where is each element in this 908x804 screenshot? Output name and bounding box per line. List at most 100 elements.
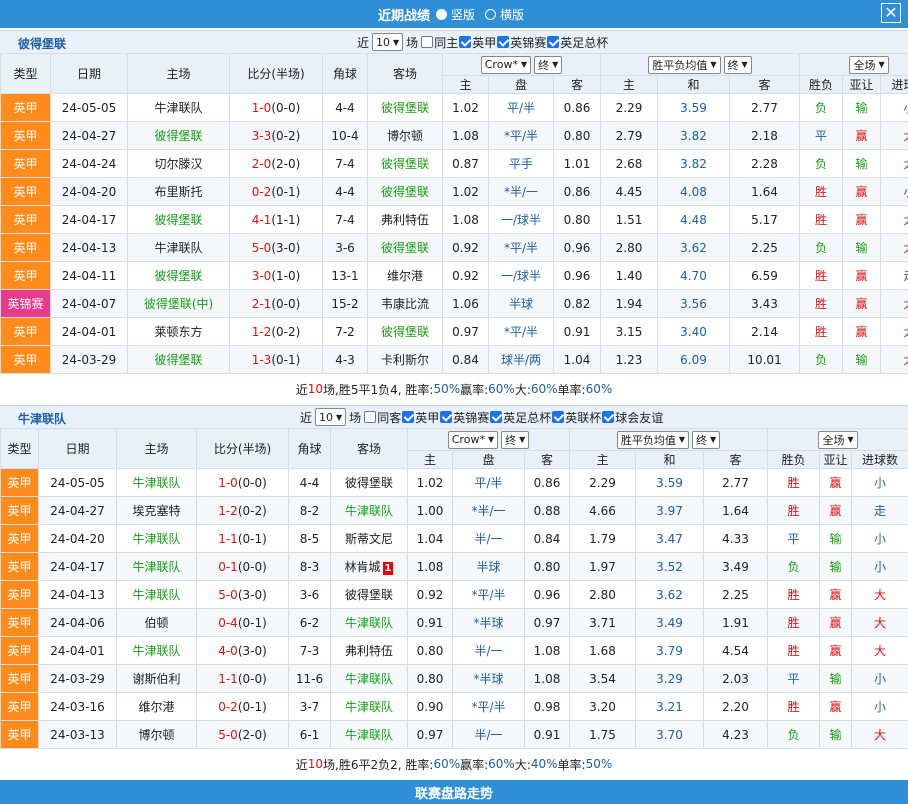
count-select[interactable]: 10 ▼ [372, 33, 404, 51]
filter-checkbox[interactable] [459, 36, 472, 48]
away-team[interactable]: 牛津联队 [330, 664, 408, 693]
home-team[interactable]: 埃克塞特 [116, 496, 197, 525]
filter-checkbox[interactable] [497, 36, 510, 48]
home-team[interactable]: 牛津联队 [116, 636, 197, 665]
home-team[interactable]: 彼得堡联(中) [127, 289, 230, 318]
league-trend-button[interactable]: 联赛盘路走势 [0, 780, 908, 804]
filter-checkbox[interactable] [402, 411, 415, 423]
home-team[interactable]: 莱顿东方 [127, 317, 230, 346]
filter-label[interactable]: 球会友谊 [615, 409, 663, 426]
all-select[interactable]: 全场 ▼ [849, 55, 889, 74]
match-score[interactable]: 1-0(0-0) [229, 93, 323, 122]
match-score[interactable]: 1-0(0-0) [196, 468, 289, 497]
filter-label[interactable]: 英联杯 [565, 409, 601, 426]
away-team[interactable]: 牛津联队 [330, 720, 408, 749]
away-team[interactable]: 彼得堡联 [367, 233, 443, 262]
away-team[interactable]: 博尔顿 [367, 121, 443, 150]
filter-checkbox[interactable] [552, 411, 565, 423]
home-team[interactable]: 彼得堡联 [127, 121, 230, 150]
filter-label[interactable]: 英甲 [415, 409, 439, 426]
filter-checkbox[interactable] [440, 411, 453, 423]
final2-select[interactable]: 终 ▼ [692, 430, 721, 449]
match-score[interactable]: 1-3(0-1) [229, 345, 323, 374]
company-select[interactable]: Crow* ▼ [480, 55, 532, 74]
home-team[interactable]: 牛津联队 [116, 524, 197, 553]
home-team[interactable]: 布里斯托 [127, 177, 230, 206]
filter-checkbox[interactable] [547, 36, 560, 48]
match-score[interactable]: 2-0(2-0) [229, 149, 323, 178]
label-portrait[interactable]: 竖版 [451, 6, 475, 23]
filter-checkbox[interactable] [490, 411, 503, 423]
count-select[interactable]: 10 ▼ [315, 408, 347, 426]
match-score[interactable]: 1-2(0-2) [229, 317, 323, 346]
away-team[interactable]: 维尔港 [367, 261, 443, 290]
filter-label[interactable]: 同主 [434, 34, 458, 51]
away-team[interactable]: 卡利斯尔 [367, 345, 443, 374]
away-team[interactable]: 彼得堡联 [330, 580, 408, 609]
match-score[interactable]: 5-0(3-0) [229, 233, 323, 262]
match-score[interactable]: 5-0(3-0) [196, 580, 289, 609]
filter-label[interactable]: 英锦赛 [510, 34, 546, 51]
home-team[interactable]: 谢斯伯利 [116, 664, 197, 693]
away-team[interactable]: 弗利特伍 [330, 636, 408, 665]
match-score[interactable]: 0-1(0-0) [196, 552, 289, 581]
match-score[interactable]: 1-1(0-1) [196, 524, 289, 553]
corner-count: 3-6 [288, 580, 331, 609]
filter-checkbox[interactable] [421, 36, 434, 48]
match-score[interactable]: 4-1(1-1) [229, 205, 323, 234]
label-landscape[interactable]: 横版 [500, 6, 524, 23]
match-score[interactable]: 0-2(0-1) [196, 692, 289, 721]
home-team[interactable]: 切尔滕汉 [127, 149, 230, 178]
home-team[interactable]: 伯顿 [116, 608, 197, 637]
away-team[interactable]: 彼得堡联 [367, 177, 443, 206]
match-score[interactable]: 4-0(3-0) [196, 636, 289, 665]
home-team[interactable]: 牛津联队 [116, 580, 197, 609]
away-team[interactable]: 牛津联队 [330, 608, 408, 637]
home-team[interactable]: 牛津联队 [127, 93, 230, 122]
away-team[interactable]: 彼得堡联 [367, 93, 443, 122]
filter-label[interactable]: 英足总杯 [560, 34, 608, 51]
filter-label[interactable]: 英锦赛 [453, 409, 489, 426]
final2-select[interactable]: 终 ▼ [723, 55, 752, 74]
table-row: 英甲 24-04-01 牛津联队 4-0(3-0) 7-3 弗利特伍 0.80 半/一 1.08… [0, 636, 908, 665]
filter-checkbox[interactable] [364, 411, 377, 423]
home-team[interactable]: 牛津联队 [127, 233, 230, 262]
match-score[interactable]: 0-2(0-1) [229, 177, 323, 206]
final-select[interactable]: 终 ▼ [534, 55, 563, 74]
home-team[interactable]: 彼得堡联 [127, 205, 230, 234]
close-button[interactable]: ✕ [881, 3, 901, 23]
match-score[interactable]: 1-2(0-2) [196, 496, 289, 525]
away-team[interactable]: 韦康比流 [367, 289, 443, 318]
filter-label[interactable]: 英足总杯 [503, 409, 551, 426]
match-score[interactable]: 1-1(0-0) [196, 664, 289, 693]
away-team[interactable]: 彼得堡联 [367, 317, 443, 346]
match-score[interactable]: 2-1(0-0) [229, 289, 323, 318]
away-team[interactable]: 弗利特伍 [367, 205, 443, 234]
radio-landscape[interactable] [485, 8, 496, 20]
home-team[interactable]: 彼得堡联 [127, 261, 230, 290]
match-score[interactable]: 3-3(0-2) [229, 121, 323, 150]
match-score[interactable]: 5-0(2-0) [196, 720, 289, 749]
home-team[interactable]: 牛津联队 [116, 552, 197, 581]
away-team[interactable]: 林肯城 1 [330, 552, 408, 581]
home-team[interactable]: 博尔顿 [116, 720, 197, 749]
final-select[interactable]: 终 ▼ [501, 430, 530, 449]
away-team[interactable]: 斯蒂文尼 [330, 524, 408, 553]
home-team[interactable]: 维尔港 [116, 692, 197, 721]
away-team[interactable]: 彼得堡联 [367, 149, 443, 178]
away-team[interactable]: 牛津联队 [330, 496, 408, 525]
filter-label[interactable]: 英甲 [472, 34, 496, 51]
radio-portrait[interactable] [435, 8, 447, 20]
away-team[interactable]: 彼得堡联 [330, 468, 408, 497]
all-select[interactable]: 全场 ▼ [818, 430, 858, 449]
home-team[interactable]: 彼得堡联 [127, 345, 230, 374]
odds-select[interactable]: 胜平负均值 ▼ [648, 55, 721, 74]
company-select[interactable]: Crow* ▼ [447, 430, 499, 449]
match-score[interactable]: 0-4(0-1) [196, 608, 289, 637]
filter-checkbox[interactable] [602, 411, 615, 423]
away-team[interactable]: 牛津联队 [330, 692, 408, 721]
home-team[interactable]: 牛津联队 [116, 468, 197, 497]
odds-select[interactable]: 胜平负均值 ▼ [616, 430, 690, 449]
match-score[interactable]: 3-0(1-0) [229, 261, 323, 290]
filter-label[interactable]: 同客 [377, 409, 401, 426]
